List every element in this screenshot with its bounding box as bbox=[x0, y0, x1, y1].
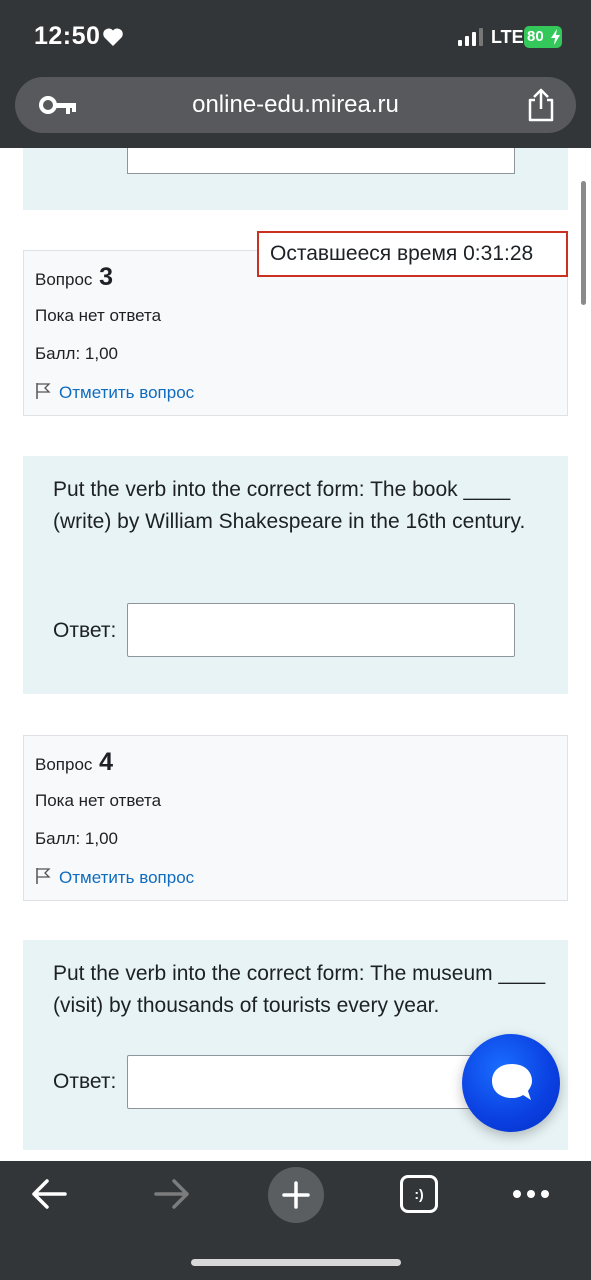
url-text[interactable]: online-edu.mirea.ru bbox=[15, 91, 576, 119]
forward-arrow-icon[interactable] bbox=[153, 1177, 191, 1211]
question-number: Вопрос 4 bbox=[35, 748, 113, 777]
question-text: Put the verb into the correct form: The … bbox=[53, 478, 526, 533]
question-number-value: 3 bbox=[99, 263, 114, 291]
question-state: Пока нет ответа bbox=[35, 306, 162, 325]
flag-question-label[interactable]: Отметить вопрос bbox=[59, 868, 194, 887]
answer-input[interactable] bbox=[127, 603, 515, 657]
previous-question-panel bbox=[23, 148, 568, 210]
home-indicator bbox=[191, 1259, 401, 1266]
question-grade: Балл: 1,00 bbox=[35, 829, 118, 848]
flag-question-link[interactable]: Отметить вопрос bbox=[35, 382, 194, 403]
previous-answer-field[interactable] bbox=[127, 148, 515, 174]
share-icon[interactable] bbox=[526, 88, 556, 122]
tabs-glyph: :) bbox=[414, 1186, 424, 1202]
answer-label: Ответ: bbox=[53, 1070, 117, 1093]
question-state: Пока нет ответа bbox=[35, 791, 162, 810]
battery-indicator: 80 bbox=[524, 26, 562, 48]
quiz-page: Вопрос 3 Пока нет ответа Балл: 1,00 Отме… bbox=[0, 148, 591, 1161]
answer-label: Ответ: bbox=[53, 619, 117, 642]
question-label: Вопрос bbox=[35, 270, 93, 289]
status-time: 12:50 bbox=[34, 22, 101, 50]
question-label: Вопрос bbox=[35, 755, 93, 774]
plus-icon bbox=[282, 1181, 310, 1209]
question-text-panel-3: Put the verb into the correct form: The … bbox=[23, 456, 568, 694]
chat-widget-button[interactable] bbox=[462, 1034, 560, 1132]
answer-input[interactable] bbox=[127, 1055, 515, 1109]
page-scrollbar[interactable] bbox=[581, 181, 586, 305]
heart-icon bbox=[103, 28, 123, 46]
battery-level: 80 bbox=[527, 28, 544, 45]
address-bar[interactable]: online-edu.mirea.ru bbox=[15, 77, 576, 133]
tabs-button[interactable]: :) bbox=[400, 1175, 438, 1213]
flag-question-label[interactable]: Отметить вопрос bbox=[59, 383, 194, 402]
question-number-value: 4 bbox=[99, 748, 114, 776]
browser-top-bar: 12:50 LTE 80 online-edu.mirea.ru bbox=[0, 0, 591, 148]
question-text: Put the verb into the correct form: The … bbox=[53, 962, 546, 1017]
flag-icon[interactable] bbox=[35, 867, 51, 885]
browser-bottom-toolbar: :) bbox=[0, 1161, 591, 1280]
question-grade: Балл: 1,00 bbox=[35, 344, 118, 363]
more-menu-icon[interactable] bbox=[512, 1189, 550, 1199]
charging-icon bbox=[551, 29, 560, 45]
flag-icon[interactable] bbox=[35, 382, 51, 400]
question-number: Вопрос 3 bbox=[35, 263, 113, 292]
question-info-4: Вопрос 4 Пока нет ответа Балл: 1,00 Отме… bbox=[23, 735, 568, 901]
back-arrow-icon[interactable] bbox=[30, 1177, 68, 1211]
chat-bubble-icon bbox=[492, 1064, 532, 1100]
time-remaining: Оставшееся время 0:31:28 bbox=[257, 231, 568, 277]
new-tab-button[interactable] bbox=[268, 1167, 324, 1223]
signal-icon bbox=[458, 28, 484, 46]
flag-question-link[interactable]: Отметить вопрос bbox=[35, 867, 194, 888]
network-type: LTE bbox=[491, 27, 524, 47]
